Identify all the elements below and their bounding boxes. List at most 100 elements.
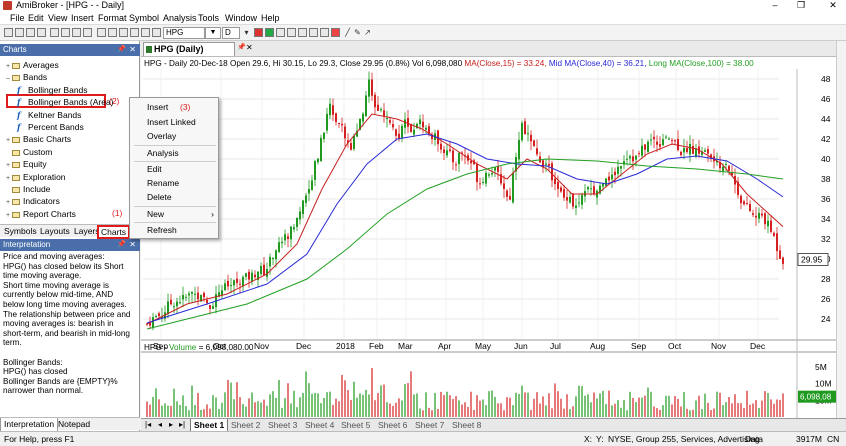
menu-format[interactable]: Format [98, 12, 127, 24]
menu-view[interactable]: View [48, 12, 67, 24]
tab-notepad[interactable]: Notepad [58, 418, 90, 431]
tree-folder-custom[interactable]: Custom [4, 146, 52, 158]
menu-analysis[interactable]: Analysis [163, 12, 197, 24]
ray-icon[interactable]: ↗ [363, 27, 372, 38]
close-button[interactable]: ✕ [822, 0, 844, 11]
menu-window[interactable]: Window [225, 12, 257, 24]
tab-symbols[interactable]: Symbols [4, 225, 37, 238]
next-sheet-icon[interactable]: ▸ [169, 419, 173, 431]
tree-item-bollinger-bands[interactable]: f Bollinger Bands [17, 84, 88, 96]
zoom-out-icon[interactable] [298, 28, 307, 37]
candle-body [224, 283, 226, 291]
paste-icon[interactable] [72, 28, 81, 37]
info-icon[interactable] [130, 28, 139, 37]
table-icon[interactable] [141, 28, 150, 37]
tree-item-keltner-bands[interactable]: f Keltner Bands [17, 109, 81, 121]
candle-body [350, 143, 352, 150]
tree-folder-report-charts[interactable]: + Report Charts [4, 208, 76, 220]
save-icon[interactable] [26, 28, 35, 37]
collapse-icon[interactable]: – [4, 73, 12, 85]
close-icon[interactable]: ✕ [129, 44, 136, 56]
menu-item-insert-linked[interactable]: Insert Linked [130, 116, 220, 129]
redo-icon[interactable] [108, 28, 117, 37]
menu-item-analysis[interactable]: Analysis [130, 147, 220, 160]
symbol-combo[interactable]: HPG [163, 27, 205, 39]
menu-help[interactable]: Help [261, 12, 280, 24]
candle-body [566, 197, 568, 201]
copy-icon[interactable] [61, 28, 70, 37]
menu-symbol[interactable]: Symbol [129, 12, 159, 24]
status-info: NYSE, Group 255, Services, Advertising [608, 434, 760, 444]
restore-button[interactable]: ❐ [790, 0, 812, 11]
candle-body [668, 138, 670, 140]
menu-item-rename[interactable]: Rename [130, 177, 220, 190]
symbol-combo-dropdown-icon[interactable]: ▼ [205, 27, 221, 39]
menu-item-delete[interactable]: Delete [130, 191, 220, 204]
tree-folder-indicators[interactable]: + Indicators [4, 195, 60, 207]
tab-layers[interactable]: Layers [74, 225, 100, 238]
menu-item-new[interactable]: New › [130, 208, 220, 221]
tree-folder-bands[interactable]: – Bands [4, 71, 47, 83]
menu-edit[interactable]: Edit [28, 12, 44, 24]
find-icon[interactable] [83, 28, 92, 37]
tree-folder-basic-charts[interactable]: + Basic Charts [4, 133, 71, 145]
interval-combo[interactable]: D [222, 27, 240, 39]
prev-sheet-icon[interactable]: ◂ [158, 419, 162, 431]
minimize-button[interactable]: – [764, 0, 786, 11]
pencil-icon[interactable]: ✎ [353, 27, 362, 38]
menu-item-overlay[interactable]: Overlay [130, 130, 220, 143]
pin-icon[interactable]: 📌 [117, 44, 126, 56]
line-chart-icon[interactable] [276, 28, 285, 37]
formula-icon: f [17, 122, 21, 132]
tree-item-bollinger-bands-area[interactable]: f Bollinger Bands (Area) [17, 96, 114, 108]
close-icon[interactable]: ✕ [246, 43, 253, 52]
tree-folder-exploration[interactable]: + Exploration [4, 171, 66, 183]
chart-tab-hpg-daily[interactable]: HPG (Daily) [143, 42, 235, 56]
tab-charts[interactable]: Charts [97, 225, 131, 239]
zoom-in-icon[interactable] [287, 28, 296, 37]
menu-item-edit[interactable]: Edit [130, 163, 220, 176]
last-sheet-icon[interactable]: ▸| [179, 419, 185, 431]
color-picker-icon[interactable] [331, 28, 340, 37]
sheet-tab-4[interactable]: Sheet 4 [305, 419, 334, 431]
candle-icon[interactable] [254, 28, 263, 37]
price-chart[interactable]: 24262830323436384042444648SepOctNovDec20… [141, 57, 836, 419]
sheet-tab-6[interactable]: Sheet 6 [378, 419, 407, 431]
sheet-tab-2[interactable]: Sheet 2 [231, 419, 260, 431]
layout-icon[interactable] [152, 28, 161, 37]
first-sheet-icon[interactable]: |◂ [145, 419, 151, 431]
stop-icon[interactable] [119, 28, 128, 37]
draw-line-icon[interactable]: ╱ [343, 27, 352, 38]
expand-icon[interactable]: + [4, 210, 12, 222]
crosshair-icon[interactable] [309, 28, 318, 37]
tree-folder-averages[interactable]: + Averages [4, 59, 59, 71]
pin-icon[interactable]: 📌 [237, 43, 246, 51]
menu-file[interactable]: File [10, 12, 25, 24]
sheet-tab-5[interactable]: Sheet 5 [341, 419, 370, 431]
menu-tools[interactable]: Tools [198, 12, 219, 24]
sheet-tab-7[interactable]: Sheet 7 [415, 419, 444, 431]
new-icon[interactable] [4, 28, 13, 37]
close-icon[interactable]: ✕ [129, 239, 136, 251]
menu-item-refresh[interactable]: Refresh [130, 224, 220, 237]
pin-icon[interactable]: 📌 [117, 239, 126, 251]
tree-folder-include[interactable]: Include [4, 183, 50, 195]
interval-dropdown-icon[interactable]: ▾ [242, 27, 251, 38]
open-icon[interactable] [15, 28, 24, 37]
folder-icon [12, 63, 20, 69]
sheet-tab-3[interactable]: Sheet 3 [268, 419, 297, 431]
select-icon[interactable] [320, 28, 329, 37]
menu-insert[interactable]: Insert [71, 12, 94, 24]
tab-interpretation[interactable]: Interpretation [0, 418, 59, 432]
cut-icon[interactable] [50, 28, 59, 37]
candle-body [188, 293, 190, 296]
tab-layouts[interactable]: Layouts [40, 225, 70, 238]
bar-chart-icon[interactable] [265, 28, 274, 37]
menu-item-insert[interactable]: Insert (3) [130, 101, 220, 114]
tree-folder-equity[interactable]: + Equity [4, 158, 47, 170]
undo-icon[interactable] [97, 28, 106, 37]
tree-item-percent-bands[interactable]: f Percent Bands [17, 121, 84, 133]
candle-body [764, 213, 766, 225]
sheet-tab-8[interactable]: Sheet 8 [452, 419, 481, 431]
print-icon[interactable] [37, 28, 46, 37]
